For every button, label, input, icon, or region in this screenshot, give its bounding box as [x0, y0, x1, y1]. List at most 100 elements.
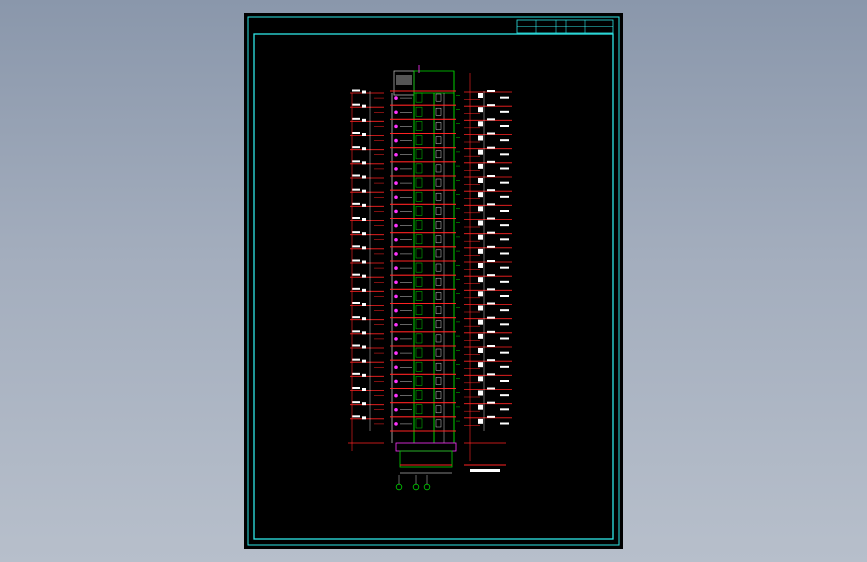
door — [435, 235, 442, 244]
left-elev-label — [352, 273, 360, 276]
left-elev-label — [352, 245, 360, 248]
window — [415, 163, 423, 174]
left-elev-label — [352, 358, 360, 361]
balcony-marker — [394, 294, 398, 299]
right-dim-label — [500, 167, 509, 170]
window — [415, 276, 423, 287]
right-elev-mark — [478, 220, 483, 226]
right-elev-label — [487, 345, 495, 347]
right-elev-mark — [478, 376, 483, 382]
right-dim-label — [500, 224, 509, 227]
left-elev-label — [352, 372, 360, 375]
right-elev-mark — [478, 107, 483, 113]
balcony-marker — [394, 252, 398, 256]
cad-viewport[interactable] — [0, 0, 867, 562]
right-elev-label — [487, 160, 495, 163]
left-elev-tick — [362, 331, 366, 335]
left-elev-tick — [362, 232, 366, 236]
left-elev-tick — [362, 359, 366, 363]
right-elev-label — [487, 175, 495, 177]
right-dim-label — [500, 323, 509, 326]
door — [435, 164, 442, 173]
window — [415, 361, 423, 372]
foundation-detail — [348, 442, 506, 474]
right-elev-label — [487, 316, 495, 319]
right-elev-mark — [478, 93, 483, 98]
building-section — [390, 65, 460, 443]
right-elev-label — [487, 330, 495, 333]
balcony-marker — [394, 237, 398, 242]
left-elev-tick — [362, 303, 366, 306]
right-dim-label — [500, 408, 509, 411]
left-elevation-dimensions — [350, 89, 384, 451]
balcony-marker — [394, 379, 398, 384]
door — [435, 362, 442, 371]
right-elev-label — [487, 245, 495, 248]
right-elev-mark — [478, 362, 483, 368]
right-dim-label — [500, 422, 509, 425]
window — [415, 305, 423, 315]
balcony-marker — [394, 195, 398, 200]
window — [415, 135, 423, 145]
right-elev-mark — [478, 163, 483, 169]
right-elev-label — [487, 132, 495, 135]
right-dim-label — [500, 266, 509, 269]
right-elev-mark — [478, 192, 483, 198]
axis-bubble — [412, 483, 420, 491]
door — [435, 277, 442, 286]
right-elev-label — [487, 203, 495, 206]
window — [415, 92, 423, 103]
balcony-marker — [394, 209, 398, 214]
window — [415, 404, 423, 415]
window — [415, 418, 423, 429]
right-elev-label — [487, 231, 495, 234]
caption-placeholder-bar — [470, 469, 500, 472]
right-elev-mark — [478, 234, 483, 240]
left-elev-label — [352, 401, 360, 404]
left-elev-tick — [362, 246, 366, 250]
balcony-marker — [394, 181, 398, 185]
section-drawing — [247, 16, 620, 546]
right-dim-label — [500, 153, 509, 156]
right-elev-mark — [478, 263, 483, 268]
window — [415, 291, 423, 301]
right-elev-label — [487, 217, 495, 220]
right-elev-label — [487, 387, 495, 390]
door — [435, 263, 442, 272]
door — [435, 348, 442, 357]
right-dim-label — [500, 394, 509, 397]
left-elev-label — [352, 259, 360, 262]
door — [435, 93, 442, 102]
drawing-sheet — [244, 13, 623, 549]
right-elev-label — [487, 90, 495, 92]
left-elev-tick — [362, 147, 366, 151]
left-elev-tick — [362, 388, 366, 391]
right-dim-label — [500, 195, 509, 198]
left-elev-tick — [362, 416, 366, 420]
right-elev-mark — [478, 248, 483, 254]
right-elev-label — [487, 104, 495, 107]
door — [435, 107, 442, 116]
window — [415, 347, 423, 358]
balcony-marker — [394, 138, 398, 143]
door — [435, 150, 442, 159]
left-elev-label — [352, 302, 360, 304]
title-block — [516, 19, 614, 34]
left-elev-label — [352, 344, 360, 347]
left-elev-label — [352, 103, 360, 106]
left-elev-label — [352, 146, 360, 149]
right-elev-label — [487, 288, 495, 291]
door — [435, 419, 442, 428]
right-elev-mark — [478, 404, 483, 410]
left-elev-tick — [362, 373, 366, 377]
right-dim-label — [500, 238, 509, 241]
balcony-marker — [394, 351, 398, 355]
left-elev-tick — [362, 402, 366, 406]
right-dim-label — [500, 252, 509, 255]
door — [435, 292, 442, 300]
right-elev-label — [487, 118, 495, 121]
window — [415, 121, 423, 131]
right-elev-label — [487, 146, 495, 149]
left-elev-tick — [362, 274, 366, 278]
left-elev-label — [352, 160, 360, 163]
